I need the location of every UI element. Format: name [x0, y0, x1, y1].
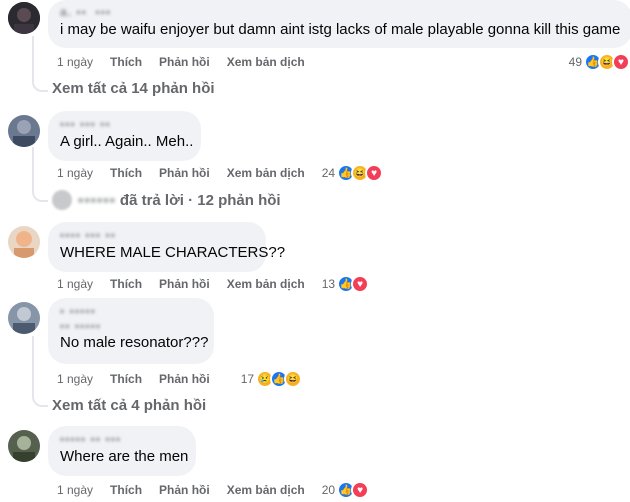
view-replies-link[interactable]: Xem tất cả 14 phản hồi: [52, 80, 215, 97]
commenter-name[interactable]: ▪ ▪▪▪▪▪: [60, 304, 202, 319]
like-button[interactable]: Thích: [110, 277, 142, 291]
reaction-icons[interactable]: 👍 😆 ♥: [584, 53, 630, 71]
comment-text: i may be waifu enjoyer but damn aint ist…: [60, 21, 621, 38]
reply-button[interactable]: Phản hồi: [159, 55, 210, 69]
reaction-count[interactable]: 20: [322, 483, 335, 497]
comment-time[interactable]: 1 ngày: [57, 483, 93, 497]
comment-time[interactable]: 1 ngày: [57, 277, 93, 291]
replier-name: ▪▪▪▪▪▪: [78, 191, 116, 209]
commenter-name[interactable]: ▪▪▪ ▪▪▪ ▪▪: [60, 117, 189, 132]
thread-connector: [32, 78, 48, 92]
comment-bubble: ▪▪▪▪ ▪▪▪ ▪▪ WHERE MALE CHARACTERS??: [48, 222, 286, 272]
comment-time[interactable]: 1 ngày: [57, 372, 93, 386]
thread-connector: [32, 188, 48, 202]
reaction-count[interactable]: 24: [322, 166, 335, 180]
thread-line: [32, 336, 34, 395]
translate-button[interactable]: Xem bản dịch: [227, 55, 305, 69]
translate-button[interactable]: Xem bản dịch: [227, 483, 305, 497]
translate-button[interactable]: Xem bản dịch: [227, 277, 305, 291]
reaction-count[interactable]: 17: [241, 372, 254, 386]
avatar[interactable]: [8, 226, 40, 258]
comment-text: A girl.. Again.. Meh..: [60, 133, 194, 150]
avatar[interactable]: [8, 302, 40, 334]
comment-actions: 1 ngày Thích Phản hồi 17 😢 👍 😆: [57, 370, 303, 388]
love-reaction-icon: ♥: [351, 275, 370, 293]
replied-summary-link[interactable]: ▪▪▪▪▪▪ đã trả lời · 12 phản hồi: [52, 190, 281, 210]
love-reaction-icon: ♥: [612, 53, 630, 71]
comment-bubble: ▪▪▪ ▪▪▪ ▪▪ A girl.. Again.. Meh..: [48, 111, 201, 161]
comment-text: WHERE MALE CHARACTERS??: [60, 244, 286, 261]
comment-actions: 1 ngày Thích Phản hồi Xem bản dịch 13 👍 …: [57, 275, 370, 293]
reaction-count[interactable]: 13: [322, 277, 335, 291]
comment-bubble: a. ▪▪ ▪▪▪ i may be waifu enjoyer but dam…: [48, 0, 630, 48]
reaction-count[interactable]: 49: [569, 55, 582, 69]
thread-line: [32, 147, 34, 191]
love-reaction-icon: ♥: [351, 481, 370, 499]
commenter-name[interactable]: ▪▪▪▪ ▪▪▪ ▪▪: [60, 228, 254, 243]
reaction-icons[interactable]: 😢 👍 😆: [256, 370, 303, 388]
like-button[interactable]: Thích: [110, 55, 142, 69]
thread-connector: [32, 393, 48, 407]
replier-avatar: [52, 190, 72, 210]
reaction-icons[interactable]: 👍 😆 ♥: [337, 164, 384, 182]
haha-reaction-icon: 😆: [284, 370, 303, 388]
comment-actions: 1 ngày Thích Phản hồi Xem bản dịch 49 👍 …: [57, 53, 630, 71]
avatar[interactable]: [8, 115, 40, 147]
thread-line: [32, 36, 34, 82]
reply-button[interactable]: Phản hồi: [159, 483, 210, 497]
reply-button[interactable]: Phản hồi: [159, 277, 210, 291]
comment-text: No male resonator???: [60, 334, 209, 351]
love-reaction-icon: ♥: [365, 164, 384, 182]
reaction-icons[interactable]: 👍 ♥: [337, 481, 370, 499]
comment-actions: 1 ngày Thích Phản hồi Xem bản dịch 24 👍 …: [57, 164, 384, 182]
reply-button[interactable]: Phản hồi: [159, 166, 210, 180]
like-button[interactable]: Thích: [110, 483, 142, 497]
view-replies-link[interactable]: Xem tất cả 4 phản hồi: [52, 397, 206, 414]
like-button[interactable]: Thích: [110, 372, 142, 386]
comment-bubble: ▪ ▪▪▪▪▪ ▪▪ ▪▪▪▪▪ No male resonator???: [48, 298, 214, 364]
translate-button[interactable]: Xem bản dịch: [227, 166, 305, 180]
like-button[interactable]: Thích: [110, 166, 142, 180]
comment-time[interactable]: 1 ngày: [57, 166, 93, 180]
comment-actions: 1 ngày Thích Phản hồi Xem bản dịch 20 👍 …: [57, 481, 370, 499]
reaction-icons[interactable]: 👍 ♥: [337, 275, 370, 293]
avatar[interactable]: [8, 2, 40, 34]
comment-time[interactable]: 1 ngày: [57, 55, 93, 69]
commenter-name-secondary: ▪▪ ▪▪▪▪▪: [60, 319, 102, 333]
reply-button[interactable]: Phản hồi: [159, 372, 210, 386]
avatar[interactable]: [8, 430, 40, 462]
commenter-name[interactable]: ▪▪▪▪▪ ▪▪ ▪▪▪: [60, 432, 184, 447]
commenter-name[interactable]: a. ▪▪ ▪▪▪: [60, 5, 620, 20]
comment-text: Where are the men: [60, 448, 189, 465]
comment-bubble: ▪▪▪▪▪ ▪▪ ▪▪▪ Where are the men: [48, 426, 196, 476]
